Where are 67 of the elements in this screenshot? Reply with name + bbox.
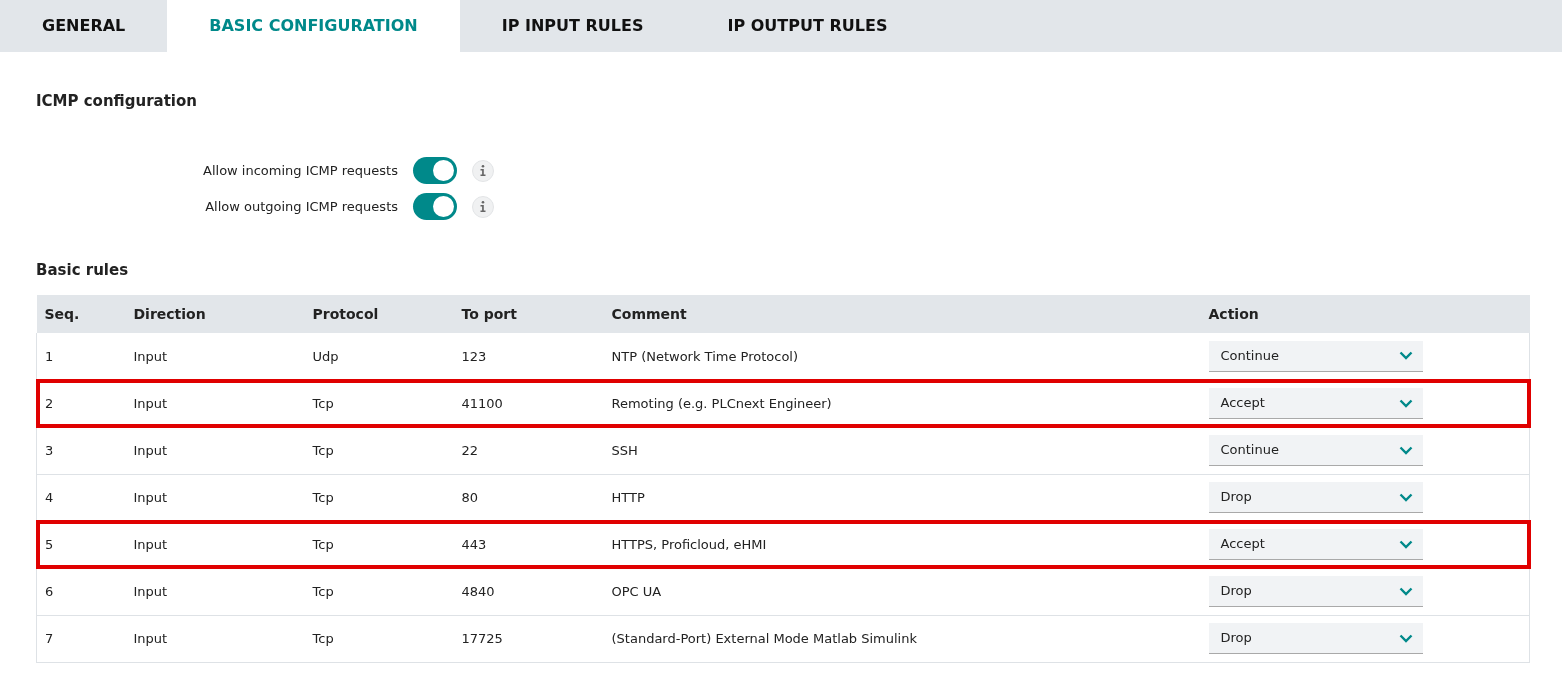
chevron-down-icon xyxy=(1398,398,1413,408)
column-header: To port xyxy=(453,295,604,333)
column-header: Action xyxy=(1200,295,1530,333)
tab[interactable]: IP OUTPUT RULES xyxy=(685,0,930,52)
column-header: Seq. xyxy=(36,295,126,333)
table-cell: 4840 xyxy=(461,583,495,599)
table-cell: 1 xyxy=(45,348,54,364)
table-cell: Input xyxy=(133,348,168,364)
table-cell: 123 xyxy=(461,348,487,364)
table-cell: 443 xyxy=(461,536,487,552)
action-dropdown[interactable]: Accept xyxy=(1208,529,1423,560)
table-cell: 41100 xyxy=(461,395,503,411)
table-cell: Input xyxy=(133,630,168,646)
table-cell: SSH xyxy=(611,442,638,458)
table-cell: Tcp xyxy=(312,536,334,552)
table-cell: Tcp xyxy=(312,630,334,646)
chevron-down-icon xyxy=(1398,351,1413,361)
table-cell: 80 xyxy=(461,489,479,505)
chevron-down-icon xyxy=(1398,633,1413,643)
action-dropdown[interactable]: Accept xyxy=(1208,388,1423,419)
table-cell: 5 xyxy=(45,536,54,552)
table-cell: Tcp xyxy=(312,442,334,458)
chevron-down-icon xyxy=(1398,539,1413,549)
table-cell: Tcp xyxy=(312,489,334,505)
table-cell: Remoting (e.g. PLCnext Engineer) xyxy=(611,395,832,411)
table-cell: Input xyxy=(133,536,168,552)
chevron-down-icon xyxy=(1398,492,1413,502)
info-icon[interactable] xyxy=(472,195,494,218)
table-cell: Tcp xyxy=(312,583,334,599)
table-cell: (Standard-Port) External Mode Matlab Simulink xyxy=(611,630,917,646)
setting-label: Allow outgoing ICMP requests xyxy=(204,197,398,216)
toggle-switch[interactable] xyxy=(413,157,457,184)
tab[interactable]: IP INPUT RULES xyxy=(459,0,686,52)
table-cell: Tcp xyxy=(312,395,334,411)
table-cell: 2 xyxy=(45,395,54,411)
table-cell: 17725 xyxy=(461,630,503,646)
tab[interactable]: GENERAL xyxy=(0,0,168,52)
action-dropdown[interactable]: Continue xyxy=(1208,435,1423,466)
chevron-down-icon xyxy=(1398,586,1413,596)
action-dropdown[interactable]: Continue xyxy=(1208,340,1423,372)
table-cell: Udp xyxy=(312,348,339,364)
table-cell: 6 xyxy=(45,583,54,599)
tab[interactable]: BASIC CONFIGURATION xyxy=(167,0,460,52)
section-title: Basic rules xyxy=(36,259,130,281)
toggle-switch[interactable] xyxy=(413,193,457,220)
table-cell: Input xyxy=(133,583,168,599)
table-cell: 3 xyxy=(45,442,54,458)
table-cell: Input xyxy=(133,395,168,411)
table-cell: HTTPS, Proficloud, eHMI xyxy=(611,536,767,552)
column-header: Direction xyxy=(125,295,305,333)
table-cell: 4 xyxy=(45,489,54,505)
action-dropdown[interactable]: Drop xyxy=(1208,482,1423,513)
chevron-down-icon xyxy=(1398,445,1413,455)
action-dropdown[interactable]: Drop xyxy=(1208,576,1423,607)
action-dropdown[interactable]: Drop xyxy=(1208,623,1423,654)
table-cell: Input xyxy=(133,489,168,505)
setting-label: Allow incoming ICMP requests xyxy=(202,161,398,180)
section-title: ICMP configuration xyxy=(36,91,198,112)
table-cell: 7 xyxy=(45,630,54,646)
table-cell: OPC UA xyxy=(611,583,662,599)
table-cell: Input xyxy=(133,442,168,458)
table-cell: NTP (Network Time Protocol) xyxy=(611,348,799,364)
table-cell: 22 xyxy=(461,442,479,458)
column-header: Comment xyxy=(603,295,1201,333)
column-header: Protocol xyxy=(304,295,454,333)
table-cell: HTTP xyxy=(611,489,645,505)
info-icon[interactable] xyxy=(472,159,494,182)
